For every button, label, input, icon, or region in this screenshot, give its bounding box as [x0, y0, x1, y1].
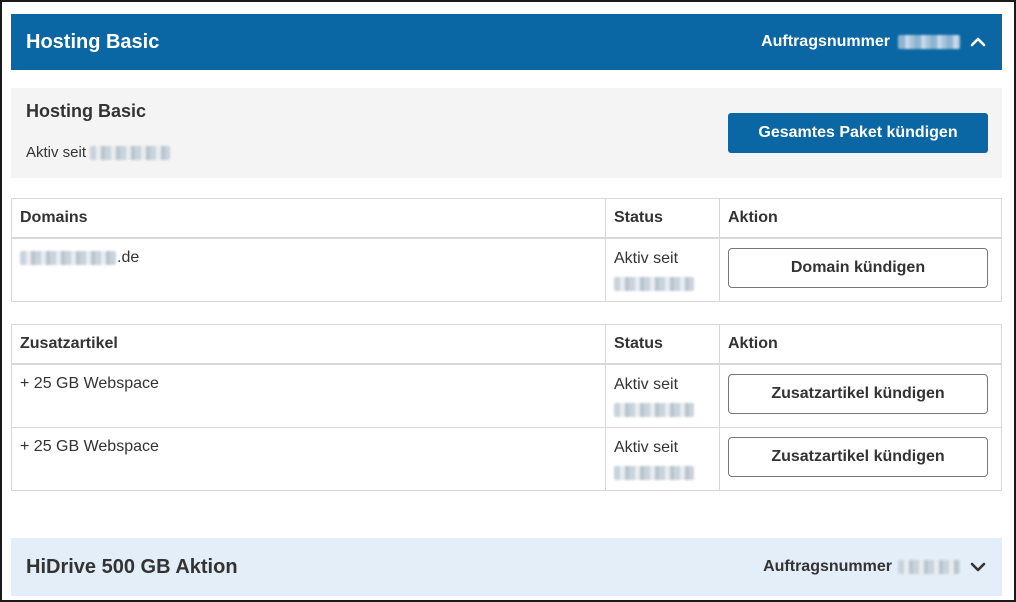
action-cell: Domain kündigen	[719, 237, 1002, 302]
domain-cell: .de	[11, 237, 606, 302]
chevron-up-icon[interactable]	[970, 34, 986, 50]
status-date-redacted	[614, 277, 694, 291]
status-cell: Aktiv seit	[605, 426, 720, 491]
domain-name-redacted	[20, 251, 116, 265]
order-number-redacted	[898, 560, 960, 574]
status-text: Aktiv seit	[614, 250, 679, 267]
contract-panel: Hosting Basic Auftragsnummer Hosting Bas…	[0, 0, 1016, 602]
cancel-domain-button[interactable]: Domain kündigen	[728, 248, 988, 288]
order-number-label: Auftragsnummer	[763, 558, 892, 575]
cancel-package-button[interactable]: Gesamtes Paket kündigen	[728, 113, 988, 153]
column-header-domains: Domains	[11, 198, 606, 239]
action-cell: Zusatzartikel kündigen	[719, 426, 1002, 491]
status-cell: Aktiv seit	[605, 237, 720, 302]
order-number-redacted	[898, 35, 960, 49]
chevron-down-icon[interactable]	[970, 559, 986, 575]
status-cell: Aktiv seit	[605, 363, 720, 428]
status-date-redacted	[614, 403, 694, 417]
package-active-since: Aktiv seit	[26, 144, 171, 161]
order-number-label: Auftragsnummer	[761, 33, 890, 50]
active-since-label: Aktiv seit	[26, 144, 87, 161]
status-text: Aktiv seit	[614, 438, 679, 456]
domain-suffix: .de	[117, 249, 140, 266]
order-number: Auftragsnummer	[761, 33, 986, 51]
table-row: .de Aktiv seit Domain kündigen	[11, 237, 1002, 302]
package-header-title: HiDrive 500 GB Aktion	[26, 555, 238, 578]
package-header-expanded[interactable]: Hosting Basic Auftragsnummer	[11, 14, 1002, 70]
addon-item-cell: + 25 GB Webspace	[11, 363, 606, 428]
table-row: + 25 GB Webspace Aktiv seit Zusatzartike…	[11, 426, 1002, 491]
column-header-status: Status	[605, 198, 720, 239]
column-header-action: Aktion	[719, 198, 1002, 239]
package-name: Hosting Basic	[26, 101, 147, 121]
addons-table: Zusatzartikel Status Aktion + 25 GB Webs…	[11, 324, 1002, 491]
addon-item-cell: + 25 GB Webspace	[11, 426, 606, 491]
column-header-status: Status	[605, 324, 720, 365]
action-cell: Zusatzartikel kündigen	[719, 363, 1002, 428]
cancel-addon-button[interactable]: Zusatzartikel kündigen	[728, 374, 988, 414]
package-header-collapsed[interactable]: HiDrive 500 GB Aktion Auftragsnummer	[11, 538, 1002, 596]
order-number: Auftragsnummer	[763, 558, 986, 576]
cancel-addon-button[interactable]: Zusatzartikel kündigen	[728, 436, 988, 477]
package-header-title: Hosting Basic	[26, 30, 160, 53]
domains-table: Domains Status Aktion .de Aktiv seit Dom…	[11, 198, 1002, 302]
table-row: + 25 GB Webspace Aktiv seit Zusatzartike…	[11, 363, 1002, 428]
column-header-addons: Zusatzartikel	[11, 324, 606, 365]
column-header-action: Aktion	[719, 324, 1002, 365]
status-date-redacted	[614, 465, 694, 480]
active-since-date-redacted	[90, 145, 171, 160]
package-summary: Hosting Basic Aktiv seit Gesamtes Paket …	[11, 88, 1002, 178]
status-text: Aktiv seit	[614, 376, 679, 393]
